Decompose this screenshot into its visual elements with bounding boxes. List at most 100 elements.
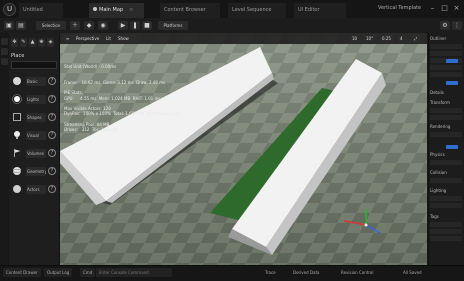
help-icon[interactable]: ?: [48, 95, 56, 103]
item-label: Actors: [26, 185, 46, 194]
tab-main-map[interactable]: Main Map ×: [89, 3, 144, 18]
tab-untitled[interactable]: Untitled: [19, 3, 63, 18]
play-icon[interactable]: ▶: [118, 21, 128, 30]
mode-tab-paint[interactable]: ✎: [20, 38, 27, 47]
browse-icon[interactable]: ▤: [16, 21, 26, 30]
revision-control-button[interactable]: Revision Control: [338, 268, 376, 277]
panel-header-outliner[interactable]: Outliner: [430, 36, 462, 42]
property-row[interactable]: [430, 178, 462, 183]
sphere-icon: [13, 185, 21, 193]
save-icon[interactable]: ▣: [4, 21, 14, 30]
outliner-row[interactable]: [430, 51, 462, 56]
shapes-icon: [13, 113, 21, 121]
help-icon[interactable]: ?: [48, 185, 56, 193]
project-name: Vertical Template: [378, 5, 422, 11]
perspective-button[interactable]: Perspective: [74, 35, 102, 42]
tab-level-sequence[interactable]: Level Sequence: [228, 3, 286, 18]
select-tool-icon[interactable]: [1, 38, 8, 45]
output-log-button[interactable]: Output Log: [44, 268, 73, 277]
place-item-geometry[interactable]: Geometry ?: [11, 164, 57, 179]
property-row[interactable]: [430, 236, 462, 241]
section-transform[interactable]: Transform: [430, 100, 462, 106]
property-row[interactable]: [430, 132, 462, 137]
property-row[interactable]: [430, 229, 462, 234]
place-item-volumes[interactable]: Volumes ?: [11, 146, 57, 161]
property-row[interactable]: [430, 115, 462, 120]
section-rendering[interactable]: Rendering: [430, 124, 462, 130]
outliner-row[interactable]: [430, 72, 462, 77]
mode-tab-mesh[interactable]: ◈: [47, 38, 54, 47]
minimize-icon[interactable]: –: [428, 4, 437, 13]
mode-tab-landscape[interactable]: ▲: [29, 38, 36, 47]
place-item-actors[interactable]: Actors ?: [11, 182, 57, 197]
outliner-row[interactable]: [430, 44, 462, 49]
help-icon[interactable]: ?: [48, 113, 56, 121]
light-icon: [12, 94, 22, 104]
section-physics[interactable]: Physics: [430, 152, 462, 158]
camera-speed-button[interactable]: 4: [398, 35, 405, 42]
help-icon[interactable]: ?: [48, 77, 56, 85]
mode-tab-place[interactable]: ✥: [11, 38, 18, 47]
maximize-viewport-icon[interactable]: ⤢: [412, 35, 420, 42]
pie-stats-overlay: PIE Stats: Max Visible Actors: 128 Strea…: [64, 80, 304, 132]
item-label: Basic: [26, 77, 46, 86]
engine-logo-icon[interactable]: U: [3, 3, 16, 16]
property-row[interactable]: [430, 160, 462, 165]
derived-data-button[interactable]: Derived Data: [290, 268, 323, 277]
item-label: Shapes: [26, 113, 46, 122]
panel-header-details[interactable]: Details: [430, 90, 462, 96]
place-item-shapes[interactable]: Shapes ?: [11, 110, 57, 125]
cmd-dropdown[interactable]: Cmd: [80, 268, 96, 277]
place-item-basic[interactable]: Basic ?: [11, 74, 57, 89]
show-button[interactable]: Show: [116, 35, 131, 42]
settings-icon[interactable]: ⚙: [440, 21, 450, 30]
blueprint-icon[interactable]: ◆: [84, 21, 94, 30]
stats-line: Streaming Pool: 64 MB: [64, 121, 110, 127]
close-window-icon[interactable]: ×: [452, 4, 461, 13]
grid-snap-button[interactable]: 10: [350, 35, 360, 42]
scale-snap-button[interactable]: 0.25: [380, 35, 393, 42]
add-actor-icon[interactable]: ＋: [70, 21, 80, 30]
tab-label: Content Browser: [164, 7, 206, 13]
flag-icon: [14, 149, 21, 157]
outliner-row[interactable]: [430, 65, 462, 70]
search-input[interactable]: [11, 61, 57, 69]
section-collision[interactable]: Collision: [430, 170, 462, 176]
tab-content-browser[interactable]: Content Browser: [160, 3, 220, 18]
close-icon[interactable]: ×: [129, 7, 133, 13]
property-row[interactable]: [430, 108, 462, 113]
tool-strip: [0, 33, 9, 265]
platforms-dropdown[interactable]: Platforms: [158, 21, 188, 30]
mode-dropdown[interactable]: Selection: [36, 21, 66, 30]
section-lighting[interactable]: Lighting: [430, 188, 462, 194]
place-item-lights[interactable]: Lights ?: [11, 92, 57, 107]
mode-tab-foliage[interactable]: ❀: [38, 38, 45, 47]
trace-button[interactable]: Trace: [262, 268, 279, 277]
console-input[interactable]: Enter Console Command: [96, 268, 172, 277]
property-row[interactable]: [430, 222, 462, 227]
lit-button[interactable]: Lit: [104, 35, 113, 42]
bulb-icon: [14, 131, 20, 139]
place-item-visual[interactable]: Visual ?: [11, 128, 57, 143]
foliage-tool-icon[interactable]: [1, 58, 8, 65]
cinematics-icon[interactable]: ◉: [98, 21, 108, 30]
viewport-options-button[interactable]: ≡: [64, 35, 72, 42]
content-drawer-button[interactable]: Content Drawer: [3, 268, 41, 277]
help-icon[interactable]: ?: [48, 131, 56, 139]
stats-line: Stat Unit (World) : 0.00ms: [64, 64, 117, 70]
help-icon[interactable]: ?: [48, 149, 56, 157]
help-icon[interactable]: ?: [48, 167, 56, 175]
rotation-snap-button[interactable]: 10°: [364, 35, 376, 42]
stop-icon[interactable]: ■: [142, 21, 152, 30]
section-tags[interactable]: Tags: [430, 214, 462, 220]
checkbox-checked[interactable]: [446, 145, 458, 149]
property-row[interactable]: [430, 203, 462, 208]
landscape-tool-icon[interactable]: [1, 48, 8, 55]
property-row[interactable]: [430, 196, 462, 201]
panel-title: Place: [11, 53, 25, 59]
tab-ui-editor[interactable]: UI Editor: [294, 3, 346, 18]
maximize-icon[interactable]: □: [440, 4, 449, 13]
item-label: Geometry: [26, 167, 46, 176]
step-icon[interactable]: ❚: [130, 21, 140, 30]
more-icon[interactable]: ⋮: [452, 21, 462, 30]
